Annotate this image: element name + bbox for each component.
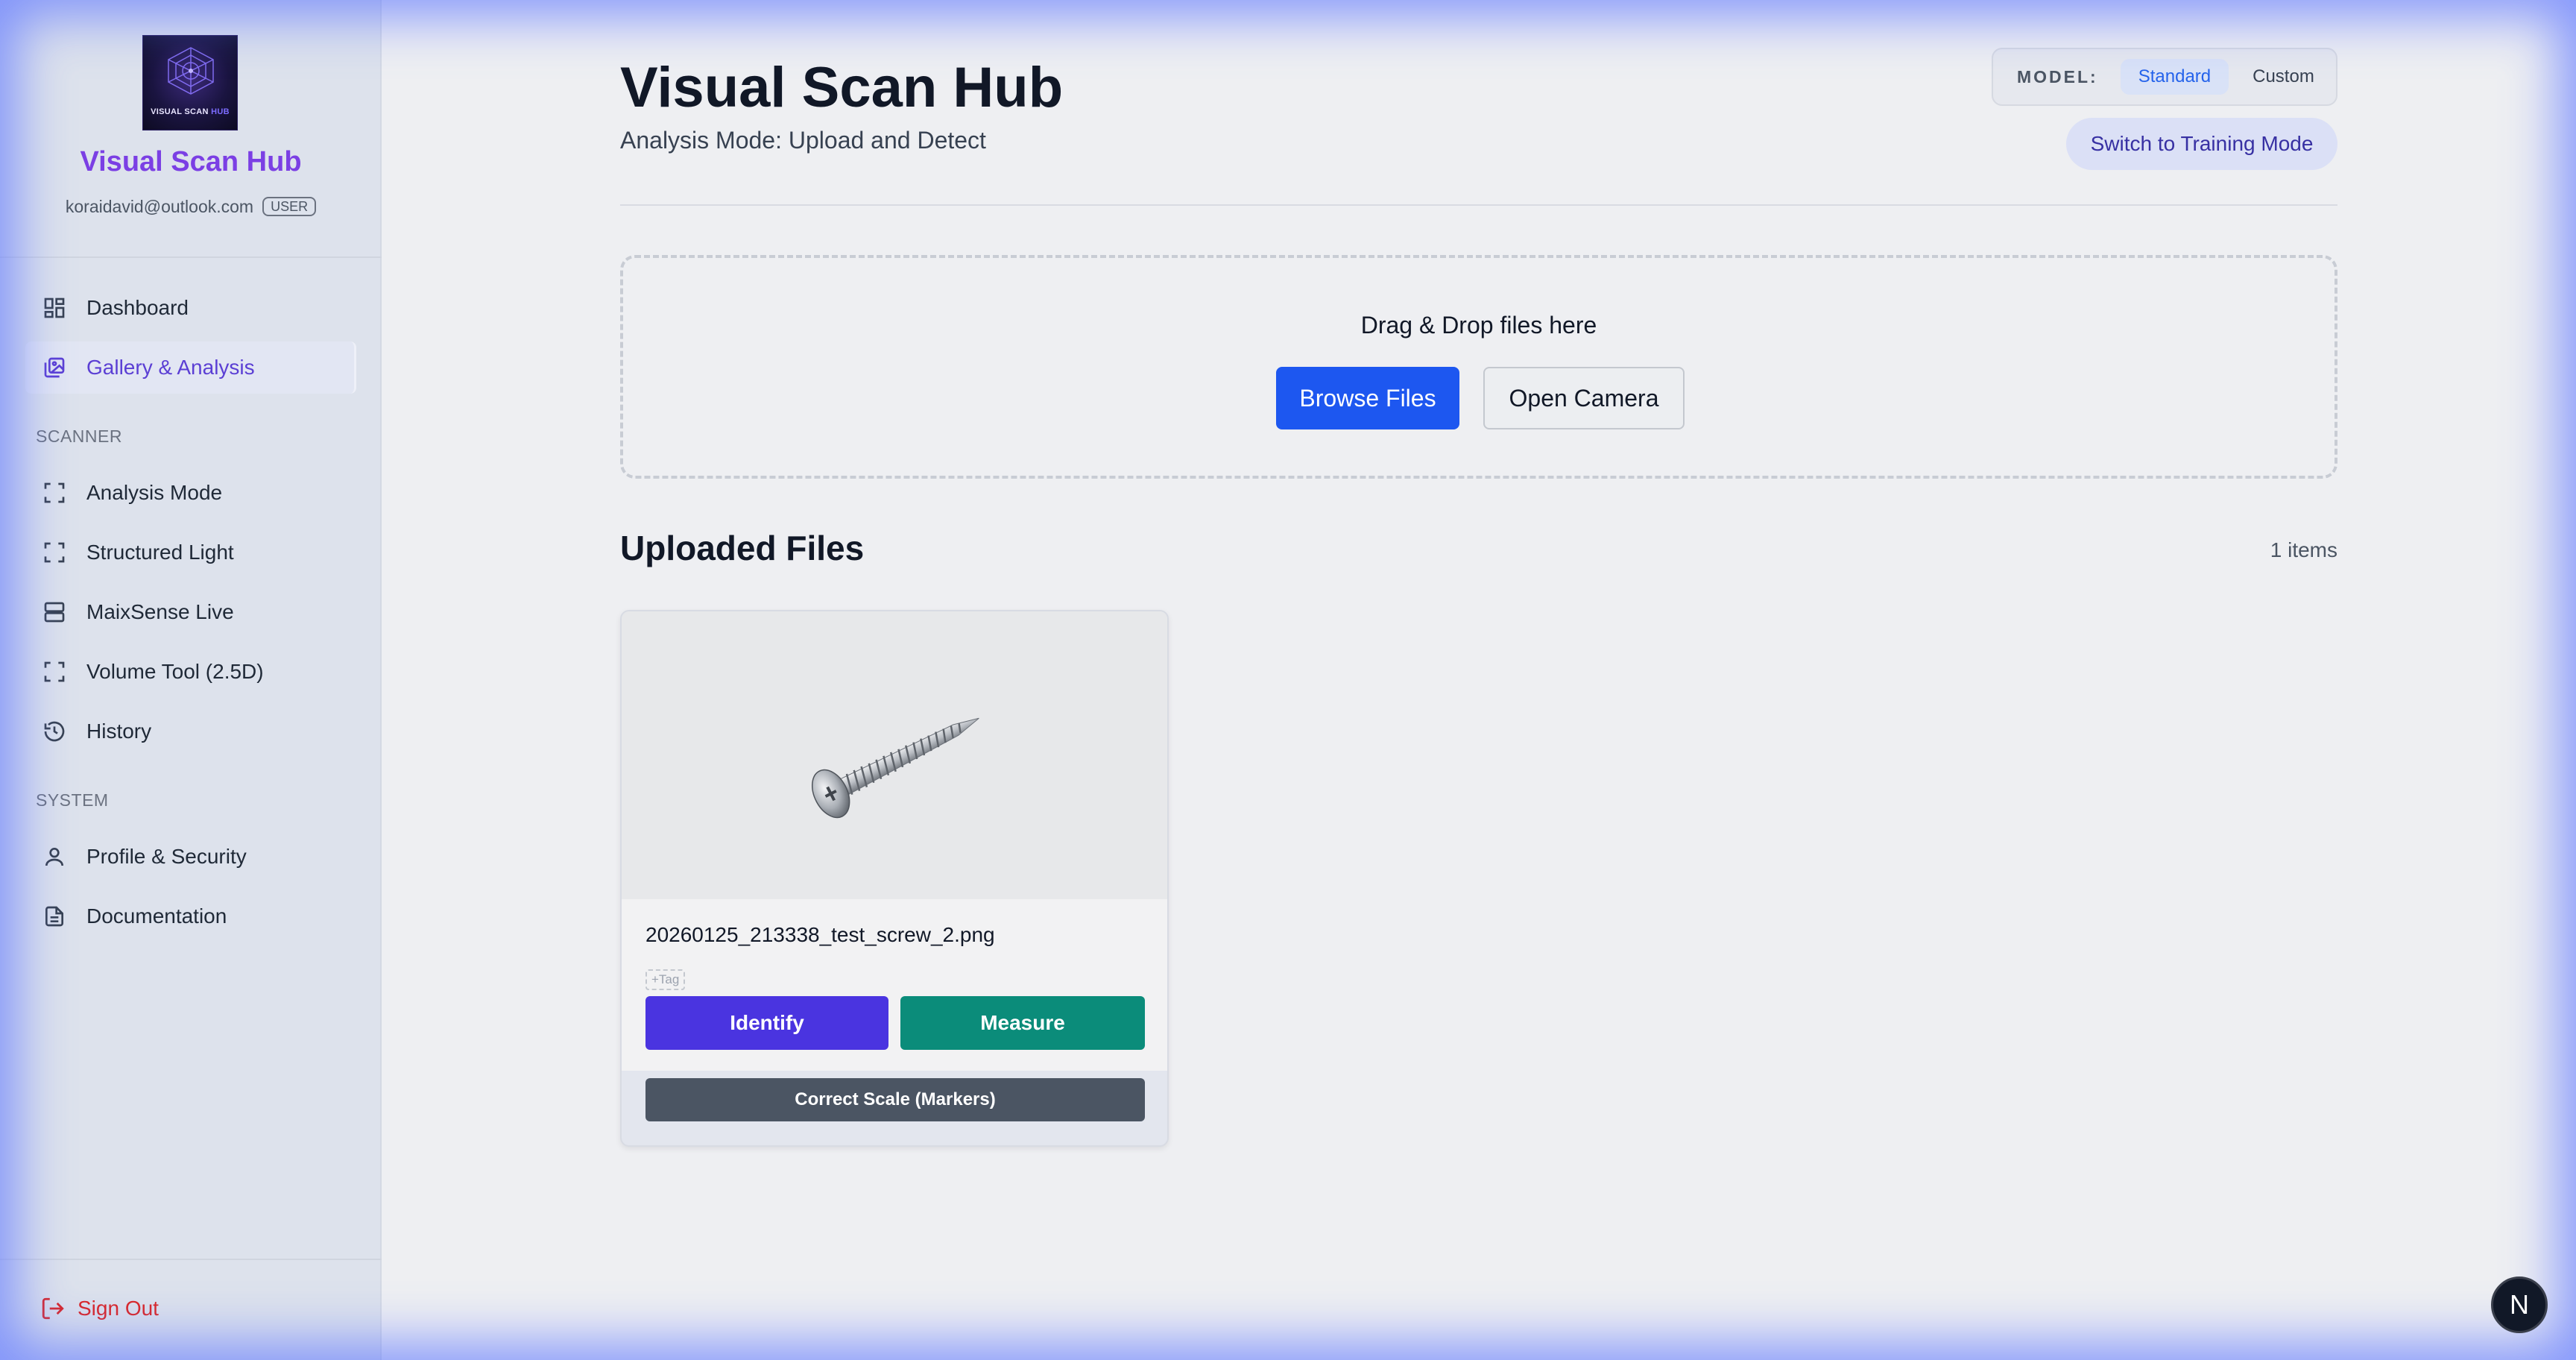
sidebar-item-label: Gallery & Analysis	[86, 356, 255, 379]
scan-frame-icon	[40, 479, 69, 507]
sign-out-label: Sign Out	[78, 1297, 159, 1320]
item-count: 1 items	[2270, 538, 2337, 561]
dropzone-text: Drag & Drop files here	[1360, 312, 1597, 339]
page-subtitle: Analysis Mode: Upload and Detect	[620, 127, 986, 154]
identify-button[interactable]: Identify	[645, 996, 888, 1050]
history-icon	[40, 717, 69, 746]
sidebar-item-label: History	[86, 720, 152, 743]
sidebar-item-profile-security[interactable]: Profile & Security	[25, 831, 356, 883]
model-selector: MODEL: Standard Custom	[1992, 48, 2337, 106]
sidebar-item-analysis-mode[interactable]: Analysis Mode	[25, 467, 356, 519]
sign-out-button[interactable]: Sign Out	[25, 1284, 159, 1333]
header-divider	[620, 204, 2337, 206]
open-camera-button[interactable]: Open Camera	[1483, 367, 1685, 429]
model-option-standard[interactable]: Standard	[2120, 59, 2229, 95]
file-thumbnail[interactable]	[622, 611, 1167, 899]
add-tag-button[interactable]: +Tag	[645, 969, 686, 990]
sidebar-divider	[0, 1259, 382, 1260]
user-email: koraidavid@outlook.com	[65, 197, 254, 216]
sidebar-item-label: Volume Tool (2.5D)	[86, 660, 264, 683]
file-card: 20260125_213338_test_screw_2.png +Tag Id…	[620, 610, 1169, 1147]
sidebar-item-history[interactable]: History	[25, 705, 356, 758]
sidebar-item-label: Dashboard	[86, 296, 189, 319]
server-icon	[40, 598, 69, 626]
logo-text: VISUAL SCAN HUB	[151, 107, 230, 116]
role-badge: USER	[262, 197, 317, 216]
logout-icon	[40, 1296, 66, 1321]
user-info: koraidavid@outlook.com USER	[0, 197, 382, 217]
browse-files-button[interactable]: Browse Files	[1276, 367, 1459, 429]
sidebar-item-label: MaixSense Live	[86, 600, 234, 623]
nextjs-badge[interactable]: N	[2491, 1276, 2548, 1333]
model-label: MODEL:	[2017, 66, 2098, 86]
correct-scale-button[interactable]: Correct Scale (Markers)	[645, 1078, 1145, 1121]
file-name: 20260125_213338_test_screw_2.png	[645, 923, 995, 946]
section-label-system: SYSTEM	[36, 790, 109, 810]
sidebar-item-documentation[interactable]: Documentation	[25, 890, 356, 942]
section-label-scanner: SCANNER	[36, 426, 122, 446]
document-icon	[40, 902, 69, 931]
sidebar-item-structured-light[interactable]: Structured Light	[25, 526, 356, 579]
file-dropzone[interactable]: Drag & Drop files here Browse Files Open…	[620, 255, 2337, 479]
brand-panel: VISUAL SCAN HUB Visual Scan Hub koraidav…	[0, 0, 382, 258]
model-option-custom[interactable]: Custom	[2235, 59, 2332, 95]
screw-image	[811, 717, 979, 819]
sidebar-item-label: Analysis Mode	[86, 481, 223, 504]
measure-button[interactable]: Measure	[900, 996, 1145, 1050]
scan-frame-icon	[40, 538, 69, 567]
sidebar: VISUAL SCAN HUB Visual Scan Hub koraidav…	[0, 0, 382, 1360]
uploaded-files-title: Uploaded Files	[620, 529, 865, 567]
logo-graphic	[168, 47, 214, 95]
sidebar-item-volume-tool[interactable]: Volume Tool (2.5D)	[25, 646, 356, 698]
switch-training-mode-button[interactable]: Switch to Training Mode	[2066, 118, 2337, 170]
sidebar-item-label: Structured Light	[86, 541, 234, 564]
brand-name: Visual Scan Hub	[80, 146, 302, 177]
user-icon	[40, 843, 69, 871]
sidebar-item-label: Documentation	[86, 904, 227, 928]
sidebar-item-gallery-analysis[interactable]: Gallery & Analysis	[25, 341, 356, 394]
sidebar-item-dashboard[interactable]: Dashboard	[25, 282, 356, 334]
sidebar-item-maixsense-live[interactable]: MaixSense Live	[25, 586, 356, 638]
scan-frame-icon	[40, 658, 69, 686]
page-title: Visual Scan Hub	[620, 56, 1064, 119]
sidebar-item-label: Profile & Security	[86, 845, 247, 868]
app-logo: VISUAL SCAN HUB	[142, 35, 238, 130]
gallery-icon	[40, 353, 69, 382]
grid-icon	[40, 294, 69, 322]
